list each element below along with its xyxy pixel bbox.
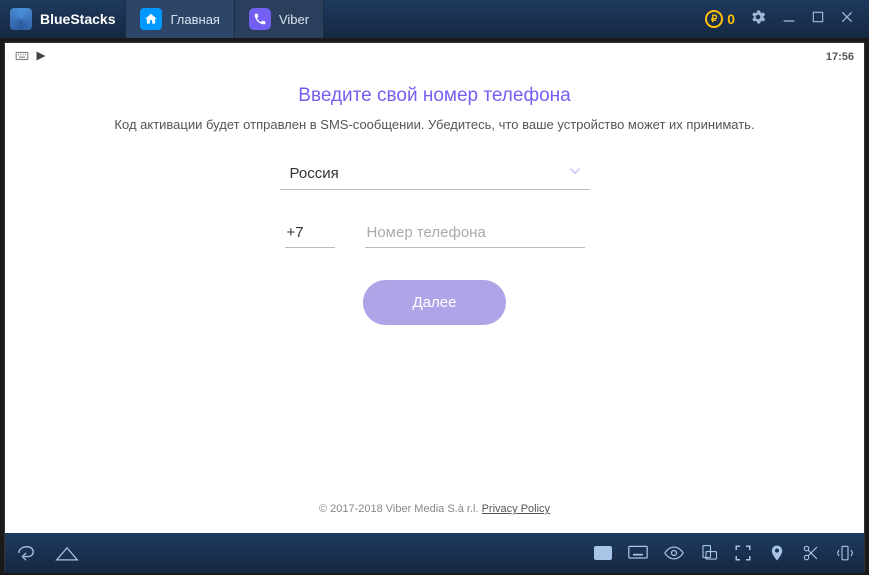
shake-icon[interactable] — [836, 544, 854, 562]
next-button[interactable]: Далее — [363, 280, 507, 325]
bluestacks-logo-icon — [10, 8, 32, 30]
close-icon[interactable] — [839, 9, 855, 30]
coin-icon: ₽ — [705, 10, 723, 28]
copyright: © 2017-2018 Viber Media S.à r.l. — [319, 503, 482, 515]
minimize-icon[interactable] — [781, 9, 797, 30]
coins-counter[interactable]: ₽ 0 — [705, 10, 735, 28]
android-statusbar: 17:56 — [5, 43, 864, 71]
titlebar-controls: ₽ 0 — [705, 8, 869, 31]
phone-row — [45, 218, 824, 248]
back-icon[interactable] — [15, 544, 37, 562]
scissors-icon[interactable] — [802, 544, 820, 562]
home-nav-icon[interactable] — [55, 544, 79, 562]
keyboard-icon[interactable] — [628, 545, 648, 561]
viber-icon — [249, 8, 271, 30]
fullscreen-icon[interactable] — [734, 544, 752, 562]
settings-icon[interactable] — [749, 8, 767, 31]
ime-icon — [15, 50, 29, 65]
tab-viber-label: Viber — [279, 12, 309, 27]
clock: 17:56 — [826, 51, 854, 63]
page-title: Введите свой номер телефона — [45, 85, 824, 107]
coins-value: 0 — [727, 11, 735, 27]
phone-input[interactable] — [365, 218, 585, 248]
eye-icon[interactable] — [664, 545, 684, 561]
home-icon — [140, 8, 162, 30]
brand-text: BlueStacks — [40, 11, 115, 27]
keyboard-toggle-icon[interactable] — [594, 546, 612, 560]
viber-screen: Введите свой номер телефона Код активаци… — [5, 71, 864, 325]
content-frame: 17:56 Введите свой номер телефона Код ак… — [4, 42, 865, 572]
bs-notif-icon — [35, 50, 47, 65]
chevron-down-icon — [566, 162, 584, 185]
footer: © 2017-2018 Viber Media S.à r.l. Privacy… — [5, 503, 864, 515]
country-value: Россия — [290, 165, 566, 182]
tab-viber[interactable]: Viber — [235, 0, 324, 38]
brand: BlueStacks — [0, 8, 125, 30]
tab-home-label: Главная — [170, 12, 219, 27]
location-icon[interactable] — [768, 544, 786, 562]
rotate-icon[interactable] — [700, 544, 718, 562]
titlebar: BlueStacks Главная Viber ₽ 0 — [0, 0, 869, 38]
android-navbar — [5, 533, 864, 573]
privacy-link[interactable]: Privacy Policy — [482, 503, 550, 515]
country-select[interactable]: Россия — [280, 158, 590, 190]
app-area: 17:56 Введите свой номер телефона Код ак… — [5, 43, 864, 533]
page-subtitle: Код активации будет отправлен в SMS-сооб… — [45, 117, 824, 132]
maximize-icon[interactable] — [811, 10, 825, 29]
tab-home[interactable]: Главная — [125, 0, 234, 38]
country-code-input[interactable] — [285, 218, 335, 248]
